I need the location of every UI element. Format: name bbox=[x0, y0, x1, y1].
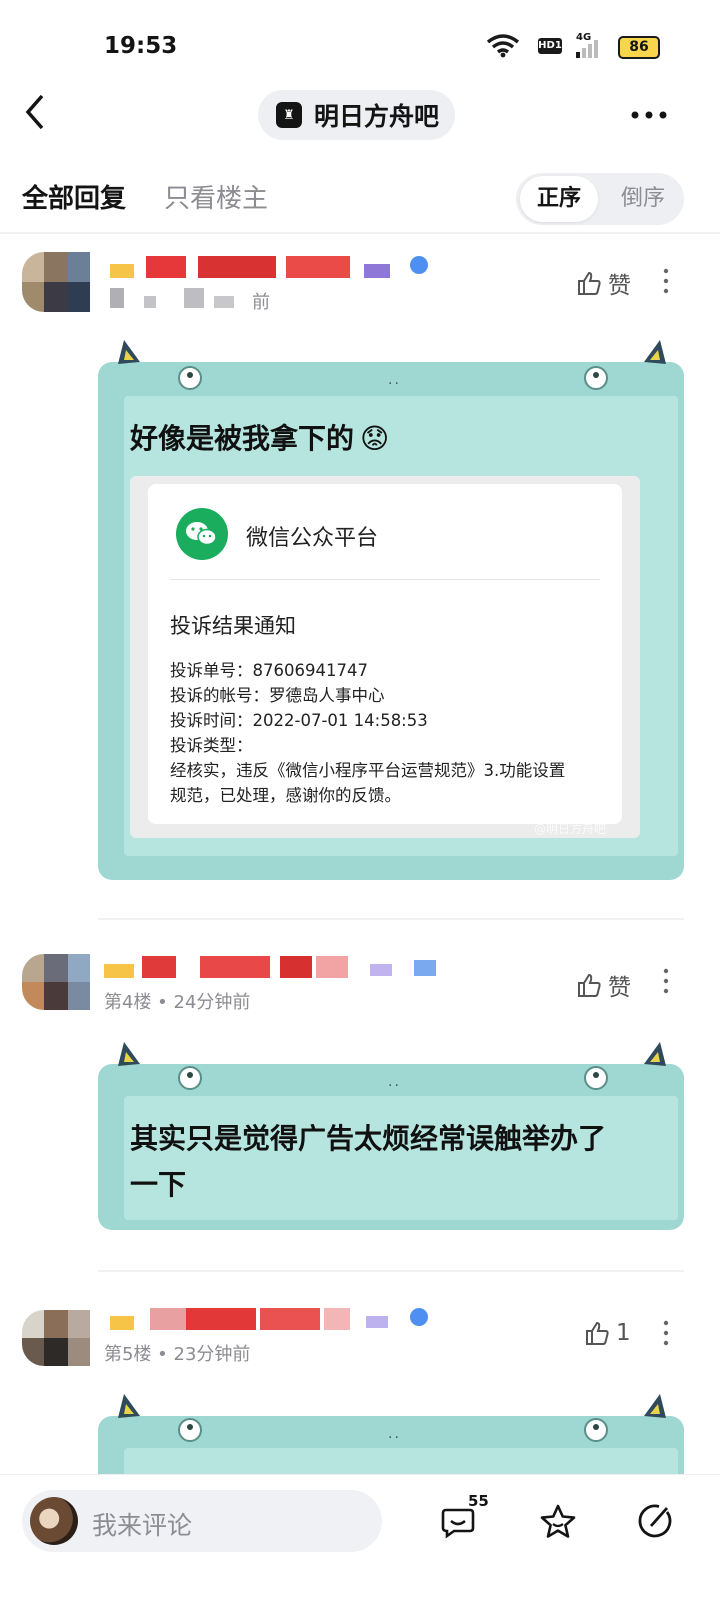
notice-line: 投诉的帐号：罗德岛人事中心 bbox=[170, 686, 385, 705]
forum-logo-icon: ♜ bbox=[276, 102, 302, 128]
comment-placeholder: 我来评论 bbox=[92, 1511, 193, 1540]
reply-meta: 第5楼 • 23分钟前 bbox=[104, 1344, 251, 1365]
reply-options-button[interactable] bbox=[662, 968, 670, 998]
reply-text: 好像是被我拿下的 😟 bbox=[130, 416, 389, 462]
watermark: @明日方舟吧 bbox=[534, 822, 607, 836]
kebab-icon bbox=[663, 1320, 669, 1346]
sort-asc-button[interactable]: 正序 bbox=[520, 176, 598, 222]
wechat-icon bbox=[176, 508, 228, 560]
kebab-icon bbox=[663, 268, 669, 294]
horn-left-icon bbox=[118, 340, 140, 364]
like-count: 1 bbox=[616, 1320, 631, 1346]
notice-line: 投诉类型： bbox=[170, 736, 253, 755]
notice-line: 投诉单号：87606941747 bbox=[170, 661, 368, 680]
thumb-up-icon bbox=[578, 271, 601, 295]
bubble-mouth: .. bbox=[388, 372, 401, 388]
bubble-mouth: .. bbox=[388, 1074, 401, 1090]
kebab-icon bbox=[663, 968, 669, 994]
wifi-icon bbox=[486, 34, 520, 58]
star-icon[interactable] bbox=[538, 1502, 578, 1542]
comment-count: 55 bbox=[468, 1492, 489, 1510]
reply-meta: 前 bbox=[252, 292, 270, 313]
username-censored[interactable] bbox=[104, 956, 436, 980]
thumb-up-icon bbox=[578, 973, 601, 997]
battery-indicator: 86 bbox=[618, 36, 660, 59]
wechat-platform-name: 微信公众平台 bbox=[246, 526, 379, 551]
username-censored[interactable] bbox=[110, 256, 430, 282]
hd-badge: HD1 bbox=[538, 38, 562, 54]
bubble-eye bbox=[584, 1066, 608, 1090]
avatar[interactable] bbox=[22, 954, 90, 1010]
bubble-mouth: .. bbox=[388, 1426, 401, 1442]
bubble-eye bbox=[584, 366, 608, 390]
back-button[interactable] bbox=[22, 92, 62, 136]
notice-line: 经核实，违反《微信小程序平台运营规范》3.功能设置 bbox=[170, 761, 566, 780]
horn-right-icon bbox=[644, 340, 666, 364]
divider bbox=[0, 232, 720, 234]
more-icon bbox=[631, 111, 667, 119]
like-button[interactable]: 1 bbox=[584, 1320, 631, 1346]
forum-title-pill[interactable]: ♜ 明日方舟吧 bbox=[258, 90, 456, 140]
avatar[interactable] bbox=[22, 1310, 90, 1366]
reply-options-button[interactable] bbox=[662, 268, 670, 298]
notice-line: 投诉时间：2022-07-01 14:58:53 bbox=[170, 711, 428, 730]
like-label: 赞 bbox=[608, 273, 631, 299]
divider bbox=[170, 579, 600, 580]
horn-right-icon bbox=[644, 1394, 666, 1418]
bubble-eye bbox=[178, 1066, 202, 1090]
like-button[interactable]: 赞 bbox=[576, 266, 631, 300]
notice-line: 规范，已处理，感谢你的反馈。 bbox=[170, 786, 401, 805]
meta-censored bbox=[110, 288, 250, 310]
forum-name: 明日方舟吧 bbox=[314, 102, 440, 131]
like-label: 赞 bbox=[608, 975, 631, 1001]
divider bbox=[98, 918, 684, 920]
bubble-eye bbox=[178, 366, 202, 390]
reply-meta: 第4楼 • 24分钟前 bbox=[104, 992, 251, 1013]
username-censored[interactable] bbox=[110, 1308, 430, 1334]
status-time: 19:53 bbox=[104, 33, 178, 59]
reply-text-line: 一下 bbox=[130, 1168, 187, 1201]
notice-title: 投诉结果通知 bbox=[170, 614, 296, 638]
user-avatar[interactable] bbox=[30, 1497, 78, 1545]
like-button[interactable]: 赞 bbox=[576, 968, 631, 1002]
sort-desc-button[interactable]: 倒序 bbox=[606, 176, 680, 222]
tab-op-only[interactable]: 只看楼主 bbox=[164, 178, 268, 215]
divider bbox=[98, 1270, 684, 1272]
reply-options-button[interactable] bbox=[662, 1320, 670, 1350]
horn-left-icon bbox=[118, 1394, 140, 1418]
tab-all-replies[interactable]: 全部回复 bbox=[22, 178, 126, 215]
worried-emoji-icon: 😟 bbox=[360, 422, 390, 455]
share-icon[interactable] bbox=[637, 1502, 675, 1540]
horn-left-icon bbox=[118, 1042, 140, 1066]
bubble-eye bbox=[178, 1418, 202, 1442]
reply-text-line: 其实只是觉得广告太烦经常误触举办了 bbox=[130, 1122, 607, 1155]
avatar[interactable] bbox=[22, 252, 90, 312]
more-button[interactable] bbox=[630, 94, 668, 129]
reply-text-content: 好像是被我拿下的 bbox=[130, 422, 355, 455]
thumb-up-icon bbox=[586, 1321, 609, 1345]
horn-right-icon bbox=[644, 1042, 666, 1066]
signal-icon bbox=[576, 40, 598, 58]
back-icon bbox=[25, 94, 44, 130]
bubble-eye bbox=[584, 1418, 608, 1442]
